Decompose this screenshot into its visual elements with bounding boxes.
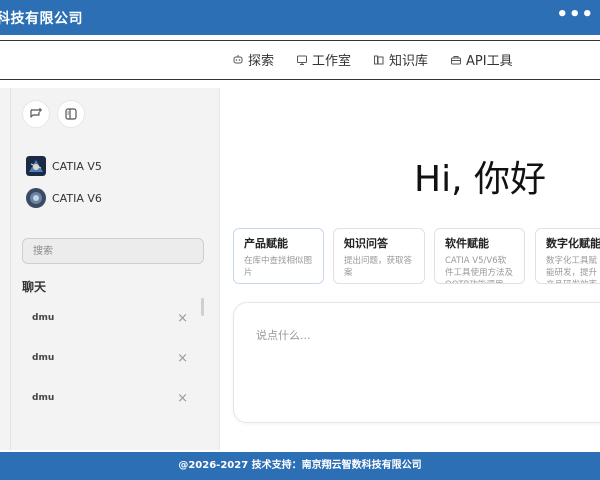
more-dots-icon[interactable]: ••• (556, 4, 594, 25)
footer-copyright: @2026-2027 技术支持：南京翔云智数科技有限公司 (178, 460, 422, 471)
card-description: 在库中查找相似图片 (244, 256, 313, 278)
close-icon[interactable]: × (177, 351, 188, 366)
nav-label: 知识库 (389, 54, 429, 69)
footer-bar: @2026-2027 技术支持：南京翔云智数科技有限公司 (0, 452, 600, 480)
feature-card-software[interactable]: 软件赋能 CATIA V5/V6软件工具使用方法及OOTB功能调用 (434, 228, 525, 284)
monitor-icon (297, 55, 307, 65)
new-chat-button[interactable] (22, 100, 50, 128)
sidebar: CATIA V5 CATIA V6 聊天 dmu × dmu × dmu × (0, 88, 220, 450)
model-label: CATIA V5 (52, 159, 102, 173)
nav-label: 工作室 (312, 54, 352, 69)
nav-label: 探索 (248, 54, 275, 69)
chat-list-item[interactable]: dmu × (22, 386, 192, 410)
card-description: CATIA V5/V6软件工具使用方法及OOTB功能调用 (445, 256, 514, 283)
nav-label: API工具 (466, 54, 513, 69)
card-title: 知识问答 (344, 237, 388, 250)
header-bar: 科技有限公司 ••• (0, 0, 600, 35)
model-item-catia-v6[interactable]: CATIA V6 (26, 188, 102, 208)
close-icon[interactable]: × (177, 311, 188, 326)
nav-item-api-tools[interactable]: API工具 (450, 50, 513, 69)
card-description: 提出问题，获取答案 (344, 256, 413, 278)
model-item-catia-v5[interactable]: CATIA V5 (26, 156, 102, 176)
chat-list-item[interactable]: dmu × (22, 306, 192, 330)
search-input[interactable] (22, 238, 204, 264)
new-chat-icon (30, 108, 42, 118)
chat-list-item[interactable]: dmu × (22, 346, 192, 370)
app-title: 科技有限公司 (0, 11, 83, 27)
nav-item-knowledge[interactable]: 知识库 (373, 50, 428, 69)
nav-item-studio[interactable]: 工作室 (296, 50, 351, 69)
close-icon[interactable]: × (177, 391, 188, 406)
library-icon (374, 55, 384, 64)
feature-card-digital[interactable]: 数字化赋能 数字化工具赋能研发，提升产品研发效率及质量 (535, 228, 600, 284)
scrollbar-thumb[interactable] (201, 298, 204, 316)
nav-bar: 探索 工作室 知识库 API工具 (0, 40, 600, 80)
robot-icon (233, 54, 243, 63)
toolbox-icon (451, 55, 461, 64)
nav-item-explore[interactable]: 探索 (232, 50, 274, 69)
card-title: 软件赋能 (445, 237, 489, 250)
chat-input-box[interactable] (233, 302, 600, 423)
sidebar-toggle-button[interactable] (57, 100, 85, 128)
chat-section-title: 聊天 (22, 280, 47, 294)
message-input[interactable] (256, 327, 590, 397)
catia-v5-icon (26, 156, 46, 176)
card-description: 数字化工具赋能研发，提升产品研发效率及质量 (546, 256, 598, 283)
greeting-heading: Hi, 你好 (414, 159, 546, 200)
chat-label: dmu (32, 313, 55, 323)
card-title: 产品赋能 (244, 237, 288, 250)
model-label: CATIA V6 (52, 191, 102, 205)
sidebar-divider (10, 88, 11, 450)
sidebar-toggle-icon (65, 108, 77, 120)
card-title: 数字化赋能 (546, 237, 600, 250)
feature-card-qa[interactable]: 知识问答 提出问题，获取答案 (333, 228, 425, 284)
feature-card-product[interactable]: 产品赋能 在库中查找相似图片 (233, 228, 324, 284)
chat-label: dmu (32, 393, 55, 403)
catia-v6-icon (26, 188, 46, 208)
chat-label: dmu (32, 353, 55, 363)
